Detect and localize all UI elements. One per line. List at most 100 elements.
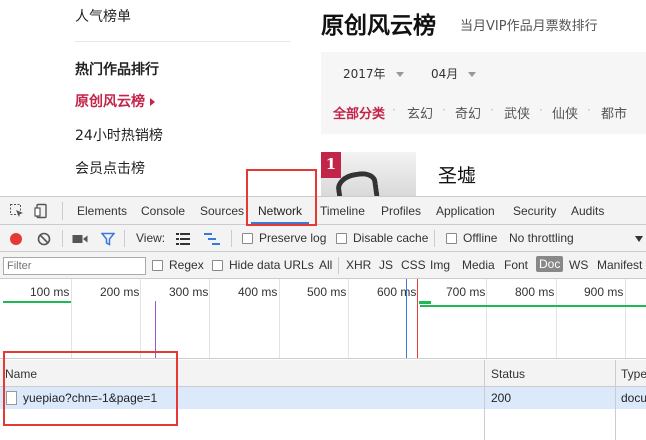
inspect-element-icon[interactable] (9, 203, 25, 219)
regex-label: Regex (169, 258, 204, 272)
column-divider[interactable] (484, 360, 485, 440)
sidebar-item-24h-bestseller[interactable]: 24小时热销榜 (75, 125, 163, 145)
book-title[interactable]: 圣墟 (438, 161, 476, 188)
sidebar-item-label: 原创风云榜 (75, 94, 145, 110)
category-xuanhuan[interactable]: 玄幻 (407, 103, 433, 122)
network-requests-table: Name Status Type yuepiao?chn=-1&page=1 2… (0, 360, 646, 440)
page-title: 原创风云榜 (321, 12, 436, 39)
tab-network[interactable]: Network (258, 204, 302, 218)
category-separator: · (442, 103, 446, 117)
device-toolbar-icon[interactable] (34, 203, 50, 219)
timeline-tick-label: 200 ms (100, 285, 140, 299)
type-filter-media[interactable]: Media (462, 258, 495, 272)
type-filter-doc[interactable]: Doc (536, 256, 564, 272)
column-header-status[interactable]: Status (491, 367, 525, 381)
toolbar-separator (434, 230, 435, 247)
clear-icon[interactable] (37, 232, 51, 246)
disable-cache-checkbox[interactable] (336, 233, 347, 244)
type-filter-all[interactable]: All (319, 258, 332, 272)
tab-console[interactable]: Console (141, 204, 185, 218)
category-qihuan[interactable]: 奇幻 (455, 103, 481, 122)
video-camera-icon[interactable] (72, 233, 88, 245)
offline-label: Offline (463, 231, 498, 245)
website-viewport: 人气榜单 热门作品排行 原创风云榜 24小时热销榜 会员点击榜 原创风云榜 当月… (0, 0, 646, 196)
column-header-type[interactable]: Type (621, 367, 646, 381)
tab-sources[interactable]: Sources (200, 204, 244, 218)
network-filter-bar: Regex Hide data URLs All XHR JS CSS Img … (0, 252, 646, 279)
throttling-select[interactable]: No throttling (509, 231, 574, 245)
timeline-gridline (348, 279, 349, 358)
category-separator: · (587, 103, 591, 117)
timeline-gridline (279, 279, 280, 358)
timeline-gridline (71, 279, 72, 358)
timeline-gridline (209, 279, 210, 358)
sidebar-item-hot-works[interactable]: 热门作品排行 (75, 59, 159, 79)
month-select[interactable]: 04月 (431, 65, 477, 82)
filter-input[interactable] (3, 257, 146, 275)
ranking-filter-panel: 2017年 04月 全部分类 · 玄幻 · 奇幻 · 武侠 · 仙侠 · 都市 (321, 52, 646, 134)
document-icon (6, 391, 17, 405)
category-separator: · (392, 103, 396, 117)
sidebar-item-member-clicks[interactable]: 会员点击榜 (75, 158, 145, 178)
chevron-down-icon (468, 72, 477, 77)
column-header-name[interactable]: Name (5, 367, 37, 381)
tab-elements[interactable]: Elements (77, 204, 127, 218)
type-filter-img[interactable]: Img (430, 258, 450, 272)
chevron-down-icon[interactable] (635, 236, 643, 242)
sidebar-divider (75, 41, 290, 42)
hide-data-urls-checkbox[interactable] (212, 260, 223, 271)
preserve-log-label: Preserve log (259, 231, 327, 245)
timeline-tick-label: 700 ms (446, 285, 486, 299)
sidebar-item-original-ranking[interactable]: 原创风云榜 (75, 91, 155, 111)
category-all[interactable]: 全部分类 (333, 103, 385, 122)
list-view-icon[interactable] (176, 233, 190, 245)
table-header: Name Status Type (0, 360, 646, 387)
type-filter-js[interactable]: JS (379, 258, 393, 272)
column-divider[interactable] (615, 360, 616, 440)
record-icon[interactable] (9, 232, 23, 246)
timeline-tick-label: 100 ms (30, 285, 70, 299)
type-filter-xhr[interactable]: XHR (346, 258, 371, 272)
timeline-tick-label: 300 ms (169, 285, 209, 299)
tab-security[interactable]: Security (513, 204, 556, 218)
devtools-tab-strip: Elements Console Sources Network Timelin… (0, 197, 646, 225)
view-label: View: (136, 231, 166, 245)
type-filter-css[interactable]: CSS (401, 258, 426, 272)
tab-profiles[interactable]: Profiles (381, 204, 421, 218)
chevron-down-icon (395, 72, 404, 77)
category-xianxia[interactable]: 仙侠 (552, 103, 578, 122)
timeline-tick-label: 900 ms (584, 285, 624, 299)
request-name[interactable]: yuepiao?chn=-1&page=1 (23, 391, 157, 405)
timeline-gridline (625, 279, 626, 358)
category-wuxia[interactable]: 武侠 (504, 103, 530, 122)
network-overview-timeline[interactable]: 100 ms 200 ms 300 ms 400 ms 500 ms 600 m… (0, 279, 646, 359)
type-filter-font[interactable]: Font (504, 258, 528, 272)
hide-data-urls-label: Hide data URLs (229, 258, 314, 272)
timeline-tick-label: 500 ms (307, 285, 347, 299)
timeline-tick-label: 800 ms (515, 285, 555, 299)
timeline-gridline (486, 279, 487, 358)
caret-right-icon (150, 98, 155, 106)
network-toolbar: View: Preserve log Disable cache Offline… (0, 225, 646, 252)
dom-content-loaded-marker (155, 301, 156, 358)
month-select-value: 04月 (431, 67, 459, 81)
type-filter-ws[interactable]: WS (569, 258, 588, 272)
timeline-tick-label: 400 ms (238, 285, 278, 299)
table-row[interactable]: yuepiao?chn=-1&page=1 200 docu (0, 387, 646, 409)
tab-application[interactable]: Application (436, 204, 495, 218)
finish-marker (417, 279, 418, 358)
filter-funnel-icon[interactable] (101, 232, 115, 246)
regex-checkbox[interactable] (152, 260, 163, 271)
timeline-tick-label: 600 ms (377, 285, 417, 299)
sidebar-item-popular[interactable]: 人气榜单 (75, 6, 131, 26)
devtools-panel: Elements Console Sources Network Timelin… (0, 196, 646, 440)
waterfall-view-icon[interactable] (204, 233, 220, 245)
timeline-gridline (556, 279, 557, 358)
tab-timeline[interactable]: Timeline (320, 204, 365, 218)
year-select[interactable]: 2017年 (343, 65, 404, 82)
category-dushi[interactable]: 都市 (601, 103, 627, 122)
tab-audits[interactable]: Audits (571, 204, 604, 218)
offline-checkbox[interactable] (446, 233, 457, 244)
preserve-log-checkbox[interactable] (242, 233, 253, 244)
type-filter-manifest[interactable]: Manifest (597, 258, 642, 272)
